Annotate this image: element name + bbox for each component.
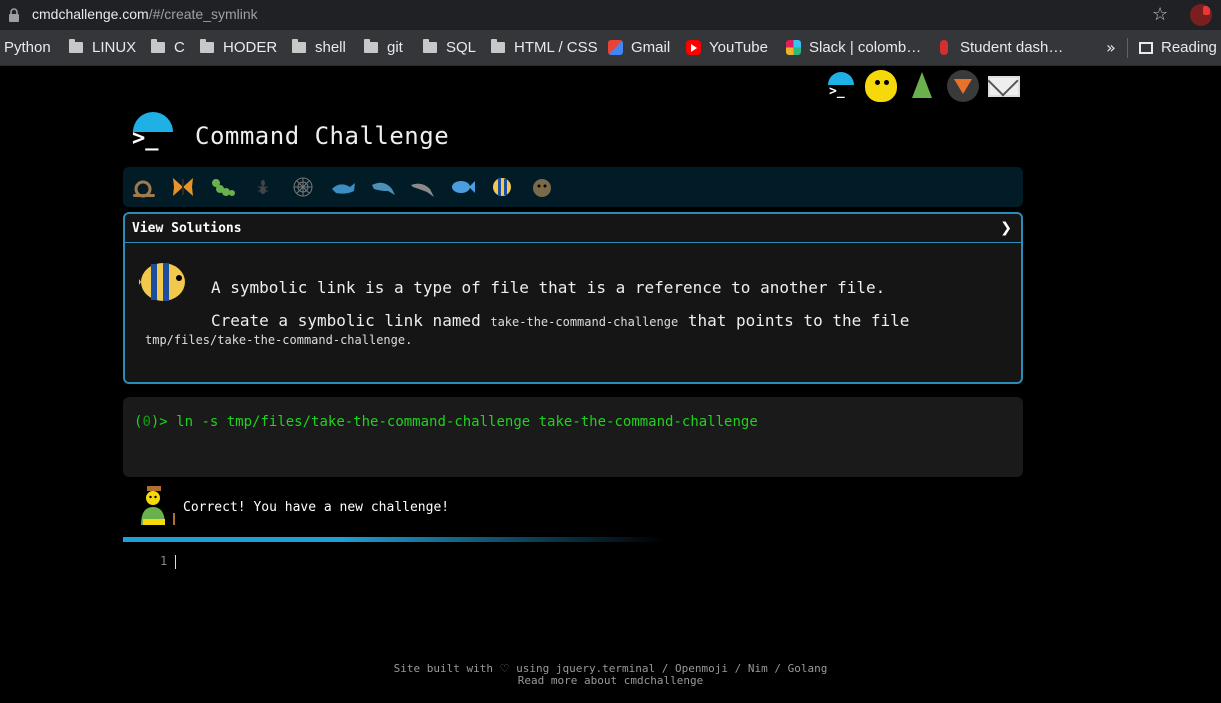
footer: Site built with ♡ using jquery.terminal …: [0, 663, 1221, 687]
view-solutions-toggle[interactable]: View Solutions ❯: [125, 214, 1021, 243]
challenge-progress-bar: [123, 167, 1023, 207]
folder-icon: [200, 39, 214, 53]
snail-icon[interactable]: [131, 175, 157, 199]
ant-icon[interactable]: [250, 175, 276, 199]
profile-avatar[interactable]: [1190, 4, 1212, 26]
folder-icon: [69, 39, 83, 53]
target-path-code: tmp/files/take-the-command-challenge.: [145, 333, 413, 347]
challenge-instruction: Create a symbolic link named take-the-co…: [211, 311, 910, 330]
page-title: Command Challenge: [195, 122, 450, 150]
folder-icon: [423, 39, 437, 53]
bookmark-shell[interactable]: shell: [292, 39, 346, 56]
bookmark-linux[interactable]: LINUX: [69, 39, 136, 56]
tree-icon[interactable]: [906, 70, 938, 102]
challenge-description: A symbolic link is a type of file that i…: [211, 278, 886, 297]
folder-icon: [364, 39, 378, 53]
slack-icon: [786, 40, 801, 55]
butterfly-icon[interactable]: [170, 175, 196, 199]
youtube-icon: [686, 40, 701, 55]
chevron-right-icon: ❯: [1000, 220, 1012, 236]
exit-code: 0: [142, 414, 151, 430]
terminal-icon[interactable]: >_: [824, 70, 856, 102]
fish-icon[interactable]: [450, 175, 476, 199]
site-logo-icon[interactable]: >_: [131, 112, 175, 156]
bookmarks-bar: Python LINUX C HODER shell git SQL HTML …: [0, 30, 1221, 66]
url-path: /#/create_symlink: [148, 6, 258, 22]
reading-list-separator: [1127, 38, 1128, 58]
reading-list-button[interactable]: Reading: [1161, 39, 1217, 56]
face-icon[interactable]: [865, 70, 897, 102]
terminal-command-line[interactable]: (0)> ln -s tmp/files/take-the-command-ch…: [134, 414, 758, 430]
gitlab-icon[interactable]: [947, 70, 979, 102]
reading-list-icon[interactable]: [1139, 42, 1153, 54]
heart-icon: ♡: [499, 662, 510, 675]
spider-web-icon[interactable]: [290, 175, 316, 199]
bookmarks-overflow-button[interactable]: »: [1106, 38, 1116, 57]
view-solutions-label: View Solutions: [132, 221, 242, 236]
bookmark-c[interactable]: C: [151, 39, 185, 56]
footer-read-more-link[interactable]: Read more about cmdchallenge: [0, 675, 1221, 687]
editor-line-number: 1: [160, 554, 168, 568]
bookmark-gmail[interactable]: Gmail: [608, 39, 670, 56]
student-icon: [940, 40, 948, 55]
address-field[interactable]: cmdchallenge.com/#/create_symlink: [32, 6, 258, 22]
mail-icon[interactable]: [988, 70, 1020, 102]
terminal-command: ln -s tmp/files/take-the-command-challen…: [176, 414, 758, 430]
link-name-code: take-the-command-challenge: [490, 315, 679, 329]
genie-icon: [141, 486, 175, 525]
bookmark-html-css[interactable]: HTML / CSS: [491, 39, 598, 56]
browser-url-bar: cmdchallenge.com/#/create_symlink ☆: [0, 0, 1221, 30]
text-cursor[interactable]: [175, 555, 176, 569]
bookmark-python[interactable]: Python: [4, 39, 51, 56]
bookmark-slack[interactable]: Slack | colomb…: [786, 39, 921, 56]
top-icons: >_: [824, 70, 1020, 102]
bookmark-youtube[interactable]: YouTube: [686, 39, 768, 56]
section-divider: [123, 537, 663, 542]
folder-icon: [292, 39, 306, 53]
folder-icon: [151, 39, 165, 53]
bookmark-hoder[interactable]: HODER: [200, 39, 277, 56]
result-message: Correct! You have a new challenge!: [183, 500, 450, 515]
dolphin-icon[interactable]: [410, 175, 436, 199]
blowfish-icon[interactable]: [530, 175, 556, 199]
lock-icon: [9, 8, 19, 22]
challenge-panel: View Solutions ❯ A symbolic link is a ty…: [123, 212, 1023, 384]
tropical-fish-icon[interactable]: [490, 175, 516, 199]
bookmark-student-dashboard[interactable]: Student dash…: [936, 39, 1063, 56]
gmail-icon: [608, 40, 623, 55]
tropical-fish-icon: [139, 263, 185, 301]
folder-icon: [491, 39, 505, 53]
shark-icon[interactable]: [370, 175, 396, 199]
terminal[interactable]: (0)> ln -s tmp/files/take-the-command-ch…: [123, 397, 1023, 477]
url-domain: cmdchallenge.com: [32, 6, 149, 22]
bookmark-sql[interactable]: SQL: [423, 39, 476, 56]
bookmark-star-icon[interactable]: ☆: [1152, 4, 1168, 25]
caterpillar-icon[interactable]: [210, 175, 236, 199]
bookmark-git[interactable]: git: [364, 39, 403, 56]
whale-icon[interactable]: [330, 175, 356, 199]
